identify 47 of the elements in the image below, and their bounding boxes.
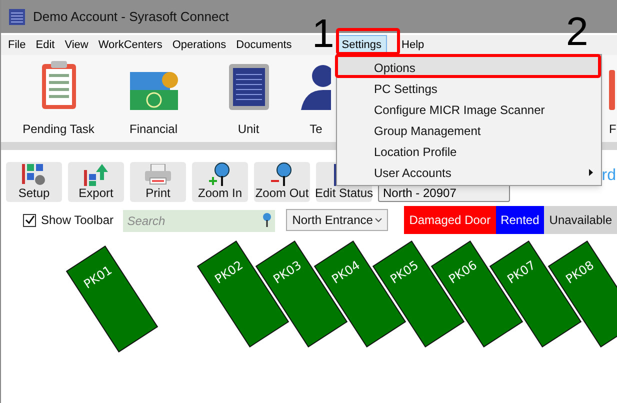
menu-option[interactable]: PC Settings <box>337 78 601 99</box>
app-icon <box>9 8 25 24</box>
export-icon <box>84 164 108 186</box>
gear-grid-icon <box>22 164 46 186</box>
toolbar-button[interactable]: Export <box>68 162 124 202</box>
money-icon <box>130 70 178 110</box>
printer-icon <box>145 164 171 186</box>
search-field[interactable]: Search <box>123 210 276 232</box>
zoom-out-icon <box>270 162 294 186</box>
legend-item: Rented <box>496 206 544 234</box>
menu-option[interactable]: Location Profile <box>337 141 601 162</box>
toolbar-button[interactable]: Print <box>130 162 186 202</box>
unit-icon <box>228 64 268 110</box>
menu-option[interactable]: Configure MICR Image Scanner <box>337 99 601 120</box>
window-title: Demo Account - Syrasoft Connect <box>33 8 229 26</box>
checkbox-label: Show Toolbar <box>41 212 114 229</box>
menu-item[interactable]: View <box>60 35 94 55</box>
menu-option[interactable]: Group Management <box>337 120 601 141</box>
pin-icon <box>263 213 272 227</box>
step-number: 1 <box>312 14 334 54</box>
menu-option[interactable]: User Accounts <box>337 162 601 183</box>
map-title: rd <box>602 166 616 186</box>
menu-item[interactable]: Edit <box>30 35 60 55</box>
ribbon-label[interactable]: Te <box>310 120 322 138</box>
check-icon <box>24 215 34 225</box>
legend-item: Damaged Door <box>404 206 496 234</box>
ribbon-label[interactable]: Unit <box>238 120 260 138</box>
step-number: 2 <box>566 12 588 52</box>
clipped-tile-icon <box>609 70 615 110</box>
legend-item: Unavailable <box>544 206 617 234</box>
menu-item[interactable]: File <box>3 35 31 55</box>
person-icon <box>301 64 331 110</box>
menu-item[interactable]: Help <box>396 35 430 55</box>
ribbon-label[interactable]: F <box>609 120 616 138</box>
entrance-select[interactable]: North Entrance <box>286 209 388 231</box>
chevron-down-icon <box>375 218 382 222</box>
menu-item[interactable]: Operations <box>167 35 232 55</box>
zoom-in-icon <box>208 162 232 186</box>
checkbox[interactable] <box>23 214 36 226</box>
menu-item[interactable]: Documents <box>231 35 297 55</box>
toolbar-button[interactable]: Zoom In <box>192 162 248 202</box>
clipboard-icon <box>40 60 76 110</box>
toolbar-button[interactable]: Setup <box>6 162 62 202</box>
ribbon-label[interactable]: Pending Task <box>22 120 94 138</box>
ribbon-label[interactable]: Financial <box>129 120 178 138</box>
menu-item[interactable]: WorkCenters <box>93 35 168 55</box>
toolbar-button[interactable]: Zoom Out <box>254 162 310 202</box>
